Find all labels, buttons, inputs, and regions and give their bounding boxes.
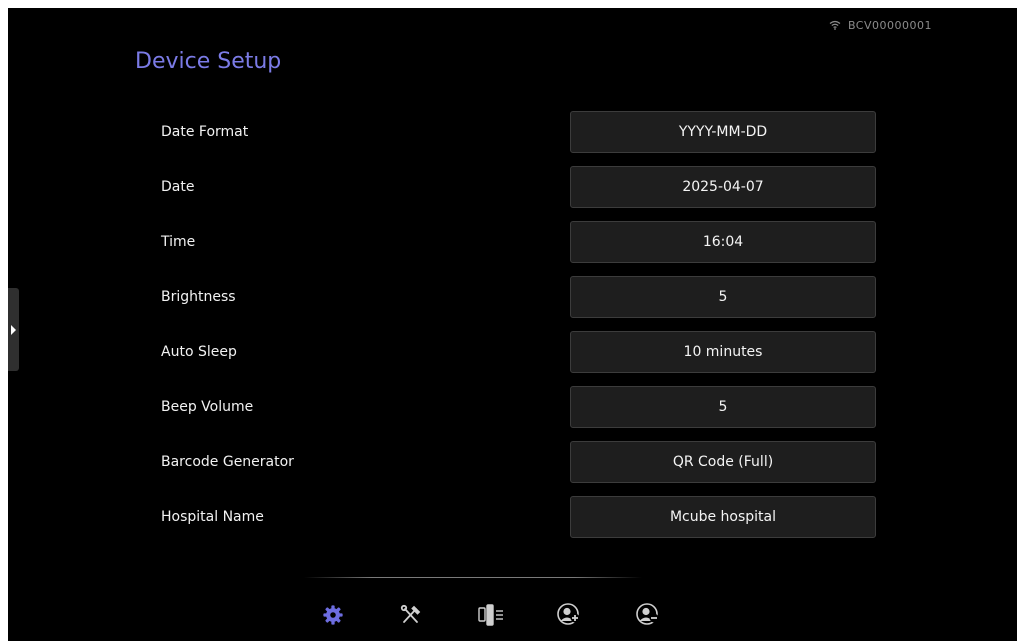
setting-auto-sleep: Auto Sleep 10 minutes [8, 331, 1017, 386]
setting-beep-volume: Beep Volume 5 [8, 386, 1017, 441]
beep-volume-field[interactable]: 5 [570, 386, 876, 428]
settings-tab[interactable] [313, 595, 353, 635]
device-id: BCV00000001 [847, 18, 932, 32]
remove-user-tab[interactable] [628, 595, 668, 635]
device-screen: BCV00000001 Device Setup Date Format YYY… [8, 8, 1017, 641]
brightness-field[interactable]: 5 [570, 276, 876, 318]
status-bar: BCV00000001 [829, 17, 932, 33]
tools-icon [399, 603, 423, 627]
setting-label: Brightness [161, 289, 236, 305]
bottom-toolbar [8, 593, 1017, 637]
date-format-field[interactable]: YYYY-MM-DD [570, 111, 876, 153]
time-field[interactable]: 16:04 [570, 221, 876, 263]
gear-icon [322, 604, 344, 626]
add-user-tab[interactable] [549, 595, 589, 635]
barcode-generator-field[interactable]: QR Code (Full) [570, 441, 876, 483]
setting-date: Date 2025-04-07 [8, 166, 1017, 221]
setting-label: Hospital Name [161, 509, 264, 525]
setting-barcode-generator: Barcode Generator QR Code (Full) [8, 441, 1017, 496]
auto-sleep-field[interactable]: 10 minutes [570, 331, 876, 373]
setting-label: Date Format [161, 124, 249, 140]
hospital-name-field[interactable]: Mcube hospital [570, 496, 876, 538]
setting-brightness: Brightness 5 [8, 276, 1017, 331]
toolbar-divider [304, 577, 642, 578]
setting-label: Beep Volume [161, 399, 254, 415]
wifi-icon [829, 20, 841, 30]
setting-hospital-name: Hospital Name Mcube hospital [8, 496, 1017, 551]
probe-list-tab[interactable] [471, 595, 511, 635]
setting-label: Auto Sleep [161, 344, 237, 360]
tools-tab[interactable] [391, 595, 431, 635]
setting-label: Date [161, 179, 195, 195]
date-field[interactable]: 2025-04-07 [570, 166, 876, 208]
add-user-icon [556, 602, 582, 628]
setting-label: Time [161, 234, 196, 250]
settings-list: Date Format YYYY-MM-DD Date 2025-04-07 T… [8, 111, 1017, 551]
remove-user-icon [635, 602, 661, 628]
probe-list-icon [477, 603, 505, 627]
setting-time: Time 16:04 [8, 221, 1017, 276]
setting-label: Barcode Generator [161, 454, 294, 470]
page-title: Device Setup [135, 49, 282, 74]
setting-date-format: Date Format YYYY-MM-DD [8, 111, 1017, 166]
